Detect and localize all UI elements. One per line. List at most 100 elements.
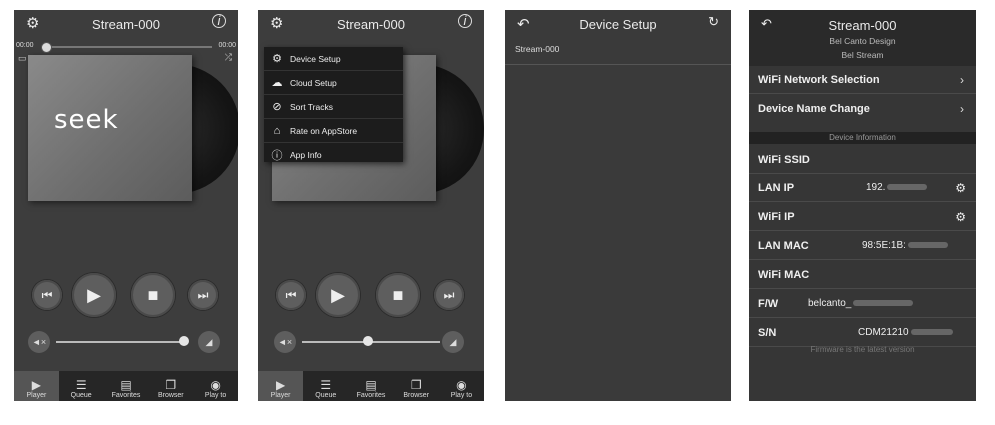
transport-controls: ⏮ ▶ ■ ⏭ — [14, 272, 238, 318]
gear-icon: ⚙ — [272, 53, 282, 65]
menu-item-cloud-setup[interactable]: ☁ Cloud Setup — [264, 71, 403, 95]
gears-icon[interactable]: ⚙ — [955, 181, 966, 195]
player-header: ⚙ Stream-000 i — [14, 10, 238, 38]
serial-number-value: CDM21210 — [858, 327, 953, 338]
tab-favorites[interactable]: ▤ Favorites — [348, 371, 393, 401]
info-icon: ⓘ — [271, 149, 283, 162]
volume-track[interactable] — [56, 341, 182, 343]
tab-queue[interactable]: ☰ Queue — [59, 371, 104, 401]
info-icon[interactable]: i — [212, 14, 226, 28]
previous-icon: ⏮ — [285, 287, 297, 302]
bottom-tab-bar: ▶ Player ☰ Queue ▤ Favorites ❐ Browser ◉ Play… — [14, 371, 238, 401]
gears-icon[interactable]: ⚙ — [955, 210, 966, 224]
menu-title: Stream-000 — [337, 16, 405, 32]
shuffle-icon[interactable]: ⤮ — [225, 52, 232, 63]
back-icon[interactable]: ↶ — [517, 15, 530, 33]
device-detail-screen: ↶ Stream-000 Bel Canto Design Bel Stream… — [749, 10, 976, 401]
favorites-icon: ▤ — [120, 378, 132, 392]
stop-button[interactable]: ■ — [131, 273, 175, 317]
stop-button[interactable]: ■ — [376, 273, 420, 317]
device-list-item[interactable]: Stream-000 — [515, 44, 559, 54]
lan-mac-value: 98:5E:1B: — [862, 240, 948, 251]
menu-screen: ⚙ Stream-000 i ⚙ Device Setup ☁ Cloud Setu… — [258, 10, 484, 401]
tab-play-to[interactable]: ◉ Play to — [439, 371, 484, 401]
detail-title: Stream-000 — [828, 18, 897, 33]
play-icon: ▶ — [331, 284, 345, 305]
detail-subtitle-2: Bel Stream — [841, 50, 884, 60]
menu-item-sort-tracks[interactable]: ⊘ Sort Tracks — [264, 95, 403, 119]
wifi-network-selection-row[interactable]: WiFi Network Selection › — [749, 66, 976, 94]
settings-menu: ⚙ Device Setup ☁ Cloud Setup ⊘ Sort Tracks … — [264, 47, 403, 162]
cloud-icon: ☁ — [271, 77, 283, 89]
seek-knob[interactable] — [41, 42, 52, 53]
menu-item-rate-appstore[interactable]: ⌂ Rate on AppStore — [264, 119, 403, 143]
play-to-icon: ◉ — [456, 378, 467, 392]
favorites-icon: ▤ — [365, 378, 377, 392]
tab-browser[interactable]: ❐ Browser — [148, 371, 193, 401]
tab-queue[interactable]: ☰ Queue — [303, 371, 348, 401]
chevron-right-icon: › — [960, 102, 964, 116]
volume-max-button[interactable]: ◢ — [442, 331, 464, 353]
previous-button[interactable]: ⏮ — [32, 280, 62, 310]
player-screen: ⚙ Stream-000 i 00:00 00:00 ▭ ⤮ seek ⏮ ▶ … — [14, 10, 238, 401]
volume-knob[interactable] — [179, 336, 189, 346]
menu-item-device-setup[interactable]: ⚙ Device Setup — [264, 47, 403, 71]
settings-gear-icon[interactable]: ⚙ — [270, 14, 283, 32]
volume-icon: ◢ — [449, 336, 457, 347]
transport-controls: ⏮ ▶ ■ ⏭ — [258, 272, 484, 318]
wifi-ip-row: WiFi IP ⚙ — [749, 203, 976, 231]
previous-button[interactable]: ⏮ — [276, 280, 306, 310]
lan-mac-row: LAN MAC 98:5E:1B: — [749, 232, 976, 260]
tab-play-to[interactable]: ◉ Play to — [193, 371, 238, 401]
play-to-icon: ◉ — [210, 378, 221, 392]
tab-player[interactable]: ▶ Player — [14, 371, 59, 401]
wifi-mac-row: WiFi MAC — [749, 261, 976, 289]
stop-icon: ■ — [147, 284, 159, 305]
volume-icon: ◢ — [205, 336, 213, 347]
section-label: Device Information — [749, 132, 976, 144]
volume-control: ◄× ◢ — [258, 330, 484, 354]
wifi-ssid-row: WiFi SSID — [749, 146, 976, 174]
redacted-blur — [887, 184, 928, 191]
detail-subtitle-1: Bel Canto Design — [829, 36, 896, 46]
refresh-icon[interactable]: ↻ — [708, 14, 719, 30]
serial-number-row: S/N CDM21210 — [749, 319, 976, 347]
lan-ip-value: 192. — [866, 182, 928, 193]
next-button[interactable]: ⏭ — [188, 280, 218, 310]
tab-favorites[interactable]: ▤ Favorites — [104, 371, 149, 401]
volume-max-button[interactable]: ◢ — [198, 331, 220, 353]
mute-icon: ◄× — [277, 337, 293, 347]
firmware-row: F/W belcanto_ — [749, 290, 976, 318]
stop-icon: ■ — [392, 284, 404, 305]
volume-control: ◄× ◢ — [14, 330, 238, 354]
previous-icon: ⏮ — [41, 287, 53, 302]
tab-player[interactable]: ▶ Player — [258, 371, 304, 401]
sort-icon: ⊘ — [272, 101, 282, 113]
next-icon: ⏭ — [443, 287, 455, 302]
detail-header: ↶ Stream-000 Bel Canto Design Bel Stream — [749, 10, 976, 66]
play-button[interactable]: ▶ — [316, 273, 360, 317]
menu-item-app-info[interactable]: ⓘ App Info — [264, 143, 403, 166]
info-icon[interactable]: i — [458, 14, 472, 28]
next-button[interactable]: ⏭ — [434, 280, 464, 310]
settings-gear-icon[interactable]: ⚙ — [26, 14, 39, 32]
player-title: Stream-000 — [92, 16, 160, 32]
device-setup-title: Device Setup — [579, 16, 657, 32]
seek-track[interactable] — [46, 46, 212, 48]
redacted-blur — [910, 329, 953, 336]
play-button[interactable]: ▶ — [72, 273, 116, 317]
volume-knob[interactable] — [363, 336, 373, 346]
tab-browser[interactable]: ❐ Browser — [394, 371, 439, 401]
browser-icon: ❐ — [165, 378, 177, 392]
firmware-status: Firmware is the latest version — [810, 345, 915, 354]
device-setup-header: ↶ Device Setup ↻ — [505, 10, 731, 38]
repeat-icon[interactable]: ▭ — [18, 53, 27, 64]
mute-button[interactable]: ◄× — [274, 331, 296, 353]
divider — [505, 64, 731, 65]
queue-icon: ☰ — [75, 378, 87, 392]
device-name-change-row[interactable]: Device Name Change › — [749, 95, 976, 123]
time-start: 00:00 — [16, 42, 34, 49]
mute-button[interactable]: ◄× — [28, 331, 50, 353]
next-icon: ⏭ — [197, 287, 209, 302]
basket-icon: ⌂ — [273, 124, 281, 137]
